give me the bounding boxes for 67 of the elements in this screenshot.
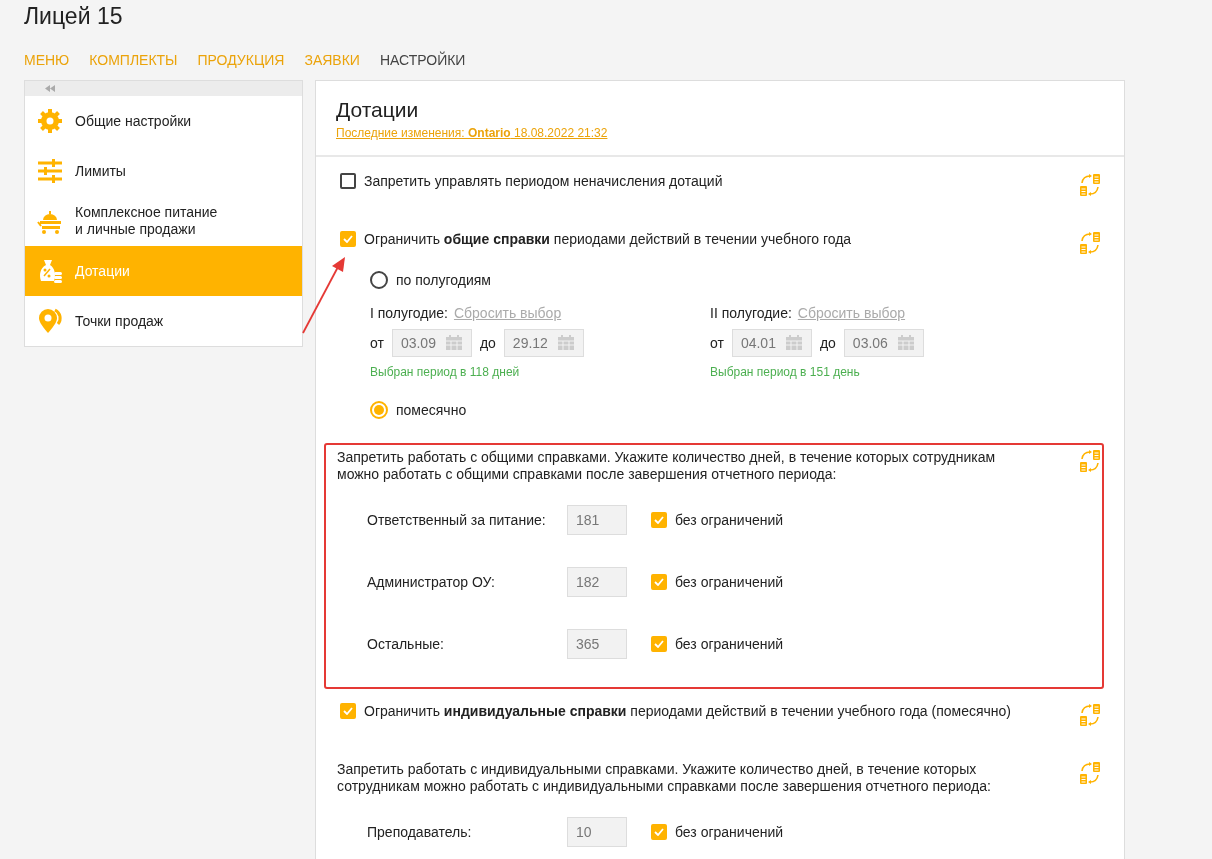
to-label: до xyxy=(819,335,836,351)
nav-tab[interactable]: НАСТРОЙКИ xyxy=(379,52,466,72)
checkbox[interactable] xyxy=(340,173,356,189)
radio-button[interactable] xyxy=(370,401,388,419)
sliders-icon xyxy=(37,159,63,183)
checkbox-label: без ограничений xyxy=(675,824,784,840)
from-label: от xyxy=(710,335,724,351)
role-label: Ответственный за питание: xyxy=(367,512,547,528)
date-field[interactable]: 03.09 xyxy=(391,329,472,357)
reset-link[interactable]: Сбросить выбор xyxy=(797,305,906,321)
restriction-text: Запретить работать с индивидуальными справками. Укажите количество дней, в течение которых сотрудникам можно работать с индивидуальными справками после завершения отчетного периода: xyxy=(337,761,992,795)
checkbox-label: Запретить управлять периодом неначисления дотаций xyxy=(364,173,723,189)
sync-icon[interactable] xyxy=(1078,449,1102,473)
reset-link[interactable]: Сбросить выбор xyxy=(453,305,562,321)
checkbox[interactable] xyxy=(651,824,667,840)
money-bag-icon xyxy=(37,258,63,284)
restriction-text: Запретить работать с общими справками. Укажите количество дней, в течение которых сотрудникам можно работать с общими справками после завершения отчетного периода: xyxy=(337,449,997,483)
checkbox-label: без ограничений xyxy=(675,574,784,590)
checkbox-label: Ограничить общие справки периодами действий в течении учебного года xyxy=(364,231,852,247)
food-cart-icon xyxy=(37,208,63,234)
checkbox[interactable] xyxy=(651,574,667,590)
page-title: Лицей 15 xyxy=(24,2,124,29)
days-field[interactable]: 181 xyxy=(567,505,627,535)
map-pin-icon xyxy=(37,308,63,334)
to-label: до xyxy=(479,335,496,351)
checkmark-icon xyxy=(654,578,664,586)
checkmark-icon xyxy=(654,640,664,648)
period-note: Выбран период в 118 дней xyxy=(370,365,521,379)
checkbox[interactable] xyxy=(651,512,667,528)
sync-icon[interactable] xyxy=(1078,173,1102,197)
date-field[interactable]: 04.01 xyxy=(731,329,812,357)
days-field[interactable]: 182 xyxy=(567,567,627,597)
role-label: Администратор ОУ: xyxy=(367,574,496,590)
date-field[interactable]: 03.06 xyxy=(843,329,924,357)
role-label: Преподаватель: xyxy=(367,824,473,840)
role-label: Остальные: xyxy=(367,636,445,652)
sync-icon[interactable] xyxy=(1078,231,1102,255)
checkbox-label: без ограничений xyxy=(675,512,784,528)
checkbox[interactable] xyxy=(651,636,667,652)
days-field[interactable]: 10 xyxy=(567,817,627,847)
calendar-icon[interactable] xyxy=(556,335,575,351)
collapse-icon[interactable] xyxy=(45,85,55,92)
radio-label: по полугодиям xyxy=(396,272,491,288)
checkmark-icon xyxy=(343,707,353,715)
radio-label: помесячно xyxy=(396,402,467,418)
date-field[interactable]: 29.12 xyxy=(503,329,584,357)
sync-icon[interactable] xyxy=(1078,703,1102,727)
calendar-icon[interactable] xyxy=(896,335,915,351)
from-label: от xyxy=(370,335,384,351)
radio-button[interactable] xyxy=(370,271,388,289)
days-field[interactable]: 365 xyxy=(567,629,627,659)
panel-title: Дотации xyxy=(336,97,420,123)
calendar-icon[interactable] xyxy=(784,335,803,351)
checkbox[interactable] xyxy=(340,703,356,719)
half-year-label: II полугодие: xyxy=(710,305,792,321)
half-year-label: I полугодие: xyxy=(370,305,448,321)
checkbox-label: без ограничений xyxy=(675,636,784,652)
checkbox[interactable] xyxy=(340,231,356,247)
checkbox-label: Ограничить индивидуальные справки периодами действий в течении учебного года (помесячно) xyxy=(364,703,1012,719)
last-change-link[interactable]: Последние изменения: Ontario 18.08.2022 21:32 xyxy=(336,126,608,140)
checkmark-icon xyxy=(654,828,664,836)
sync-icon[interactable] xyxy=(1078,761,1102,785)
calendar-icon[interactable] xyxy=(444,335,463,351)
gear-icon xyxy=(37,108,63,134)
checkmark-icon xyxy=(343,235,353,243)
period-note: Выбран период в 151 день xyxy=(710,365,861,379)
checkmark-icon xyxy=(654,516,664,524)
